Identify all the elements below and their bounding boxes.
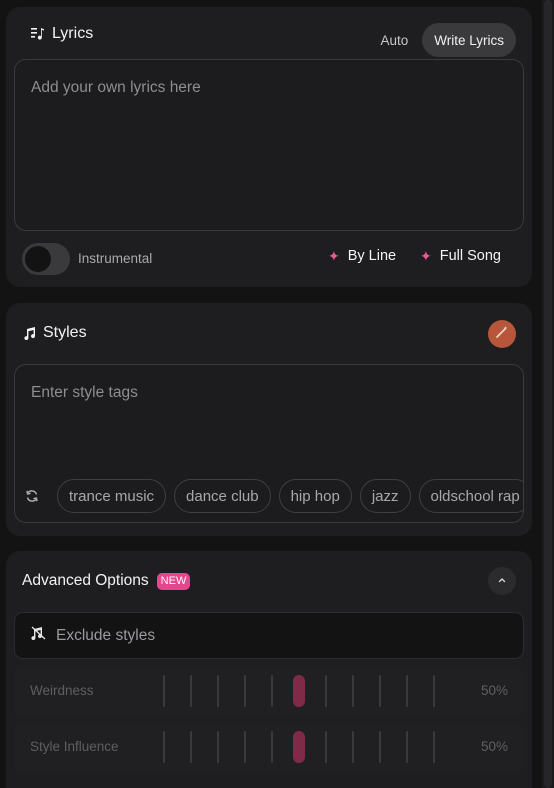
slider-tick [271,731,273,763]
slider-tick [190,675,192,707]
style-tag-chip[interactable]: trance music [57,479,167,513]
slider-tick [244,731,246,763]
slider-tick [244,675,246,707]
lyrics-icon [31,27,45,41]
slider-tick [352,731,354,763]
slider-thumb[interactable] [293,731,305,763]
slider-tick [406,675,408,707]
style-influence-slider-row: Style Influence 50% [14,723,524,771]
lyrics-placeholder: Add your own lyrics here [31,79,201,96]
mode-auto-button[interactable]: Auto [374,33,414,48]
style-tags-input[interactable]: Enter style tags trance music dance club… [14,364,524,523]
styles-header: Styles [23,323,87,343]
suggested-tags: trance music dance club hip hop jazz old… [23,478,523,514]
style-tag-chip[interactable]: dance club [174,479,271,513]
slider-tick [163,675,165,707]
slider-tick [325,731,327,763]
collapse-button[interactable] [488,567,516,595]
slider-tick [352,675,354,707]
slider-tick [433,675,435,707]
exclude-music-icon [31,626,47,645]
advanced-options-panel: Advanced Options NEW Exclude styles Weir… [6,551,532,788]
style-influence-slider[interactable] [163,731,435,763]
style-tag-chip[interactable]: jazz [359,479,411,513]
slider-tick [406,731,408,763]
slider-tick [379,675,381,707]
advanced-options-title: Advanced Options [22,572,149,589]
refresh-tags-icon[interactable] [23,487,41,505]
scrollbar-thumb[interactable] [544,0,552,788]
chevron-up-icon [497,572,507,590]
slider-tick [190,731,192,763]
slider-tick [271,675,273,707]
weirdness-slider-row: Weirdness 50% [14,667,524,715]
music-note-icon [23,326,36,340]
styles-panel: Styles Enter style tags trance music dan… [6,303,532,536]
page-scrollbar[interactable] [542,0,554,788]
slider-tick [217,731,219,763]
lyrics-mode-toggle: Auto Write Lyrics [374,23,516,57]
by-line-button[interactable]: ✦ By Line [328,248,396,264]
style-influence-value: 50% [480,739,508,754]
lyrics-header: Lyrics [31,24,93,44]
weirdness-slider[interactable] [163,675,435,707]
instrumental-toggle[interactable] [22,243,70,275]
weirdness-value: 50% [480,683,508,698]
lyrics-title: Lyrics [52,25,94,42]
toggle-knob [25,246,51,272]
sparkle-icon: ✦ [420,248,432,264]
sparkle-icon: ✦ [328,248,340,264]
full-song-button[interactable]: ✦ Full Song [420,248,501,264]
advanced-options-header: Advanced Options NEW [22,572,191,590]
lyrics-panel: Lyrics Auto Write Lyrics Add your own ly… [6,7,532,287]
style-tags-placeholder: Enter style tags [31,384,138,401]
new-badge: NEW [156,572,191,590]
slider-tick [325,675,327,707]
exclude-styles-input[interactable]: Exclude styles [14,612,524,659]
full-song-label: Full Song [439,248,501,264]
exclude-styles-placeholder: Exclude styles [56,626,156,644]
by-line-label: By Line [347,248,397,264]
slider-tick [217,675,219,707]
weirdness-label: Weirdness [30,683,94,698]
slider-tick [433,731,435,763]
style-tag-chip[interactable]: hip hop [278,479,352,513]
slider-tick [379,731,381,763]
lyrics-textarea[interactable]: Add your own lyrics here [14,59,524,231]
slider-thumb[interactable] [293,675,305,707]
instrumental-label: Instrumental [78,251,153,266]
slider-tick [163,731,165,763]
magic-wand-icon [495,325,509,344]
styles-title: Styles [43,324,87,341]
style-tag-chip[interactable]: oldschool rap [418,479,523,513]
style-influence-label: Style Influence [30,739,119,754]
magic-wand-button[interactable] [488,320,516,348]
mode-write-lyrics-button[interactable]: Write Lyrics [422,23,516,57]
